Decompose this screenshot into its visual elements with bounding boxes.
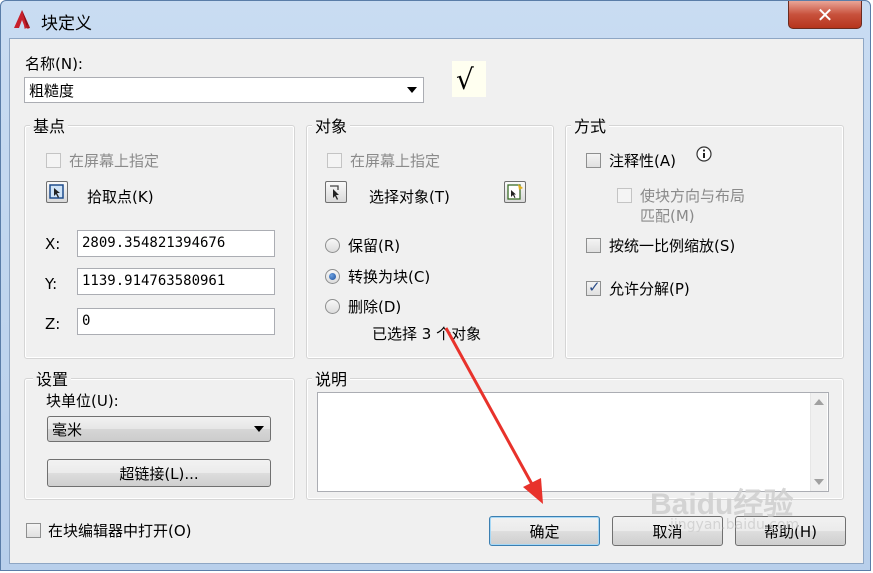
dialog-window: 08 块定义 ✕ 名称(N): 粗糙度 √ 基点 在屏幕上指定 拾取点(K) X…	[0, 0, 871, 571]
annotation-arrow	[444, 327, 543, 504]
